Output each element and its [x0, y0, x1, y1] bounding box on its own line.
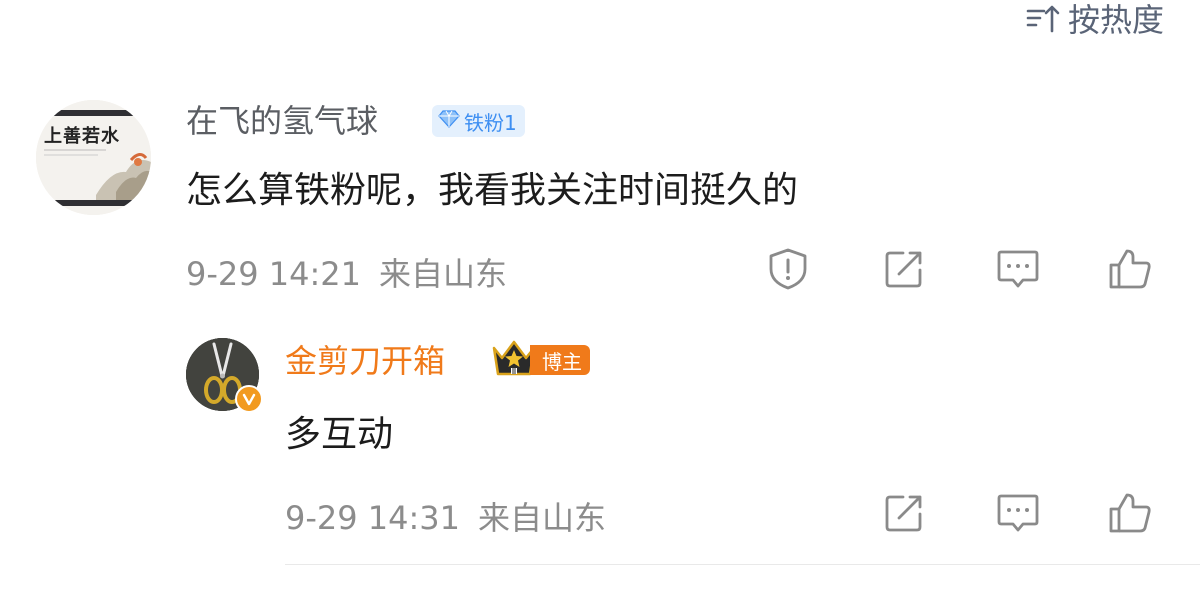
reply-avatar[interactable] — [186, 338, 263, 413]
comment-username[interactable]: 在飞的氢气球 — [186, 101, 378, 141]
report-button[interactable] — [764, 245, 812, 293]
reply-text: 多互动 — [285, 414, 394, 455]
reply-icon — [996, 248, 1040, 290]
avatar[interactable]: 上善若水 — [36, 100, 151, 215]
comment-text: 怎么算铁粉呢，我看我关注时间挺久的 — [186, 170, 799, 211]
reply-button[interactable] — [994, 245, 1042, 293]
diamond-icon — [438, 109, 460, 134]
comment-meta: 9-29 14:21 来自山东 — [186, 249, 507, 295]
blogger-badge[interactable]: 博主 — [490, 340, 590, 380]
avatar-caption: 上善若水 — [44, 126, 120, 147]
like-button[interactable] — [1106, 245, 1154, 293]
reply-share-button[interactable] — [880, 489, 928, 537]
share-button[interactable] — [880, 245, 928, 293]
reply-comment-button[interactable] — [994, 489, 1042, 537]
comment-section: 按热度 上善若水 在飞的氢气球 铁粉1 怎么算铁粉呢，我看我关注时间挺久的 9-… — [0, 0, 1200, 595]
like-icon — [1107, 491, 1153, 535]
fan-badge-label: 铁粉1 — [464, 110, 517, 135]
reply-icon — [996, 492, 1040, 534]
sort-icon — [1026, 3, 1062, 33]
like-icon — [1107, 247, 1153, 291]
fan-badge[interactable]: 铁粉1 — [432, 105, 525, 137]
verified-v-icon — [235, 385, 263, 413]
reply-meta: 9-29 14:31 来自山东 — [285, 493, 606, 539]
sort-by-hot-button[interactable]: 按热度 — [1026, 0, 1164, 39]
sort-label: 按热度 — [1067, 1, 1164, 39]
reply-location: 来自山东 — [478, 499, 607, 537]
reply-username[interactable]: 金剪刀开箱 — [285, 341, 445, 381]
reply-like-button[interactable] — [1106, 489, 1154, 537]
comment-location: 来自山东 — [379, 255, 508, 293]
blogger-badge-label: 博主 — [530, 345, 590, 375]
report-icon — [767, 247, 809, 291]
share-icon — [883, 492, 925, 534]
reply-time: 9-29 14:31 — [285, 499, 461, 537]
comment-time: 9-29 14:21 — [186, 255, 362, 293]
share-icon — [883, 248, 925, 290]
divider — [285, 564, 1200, 565]
